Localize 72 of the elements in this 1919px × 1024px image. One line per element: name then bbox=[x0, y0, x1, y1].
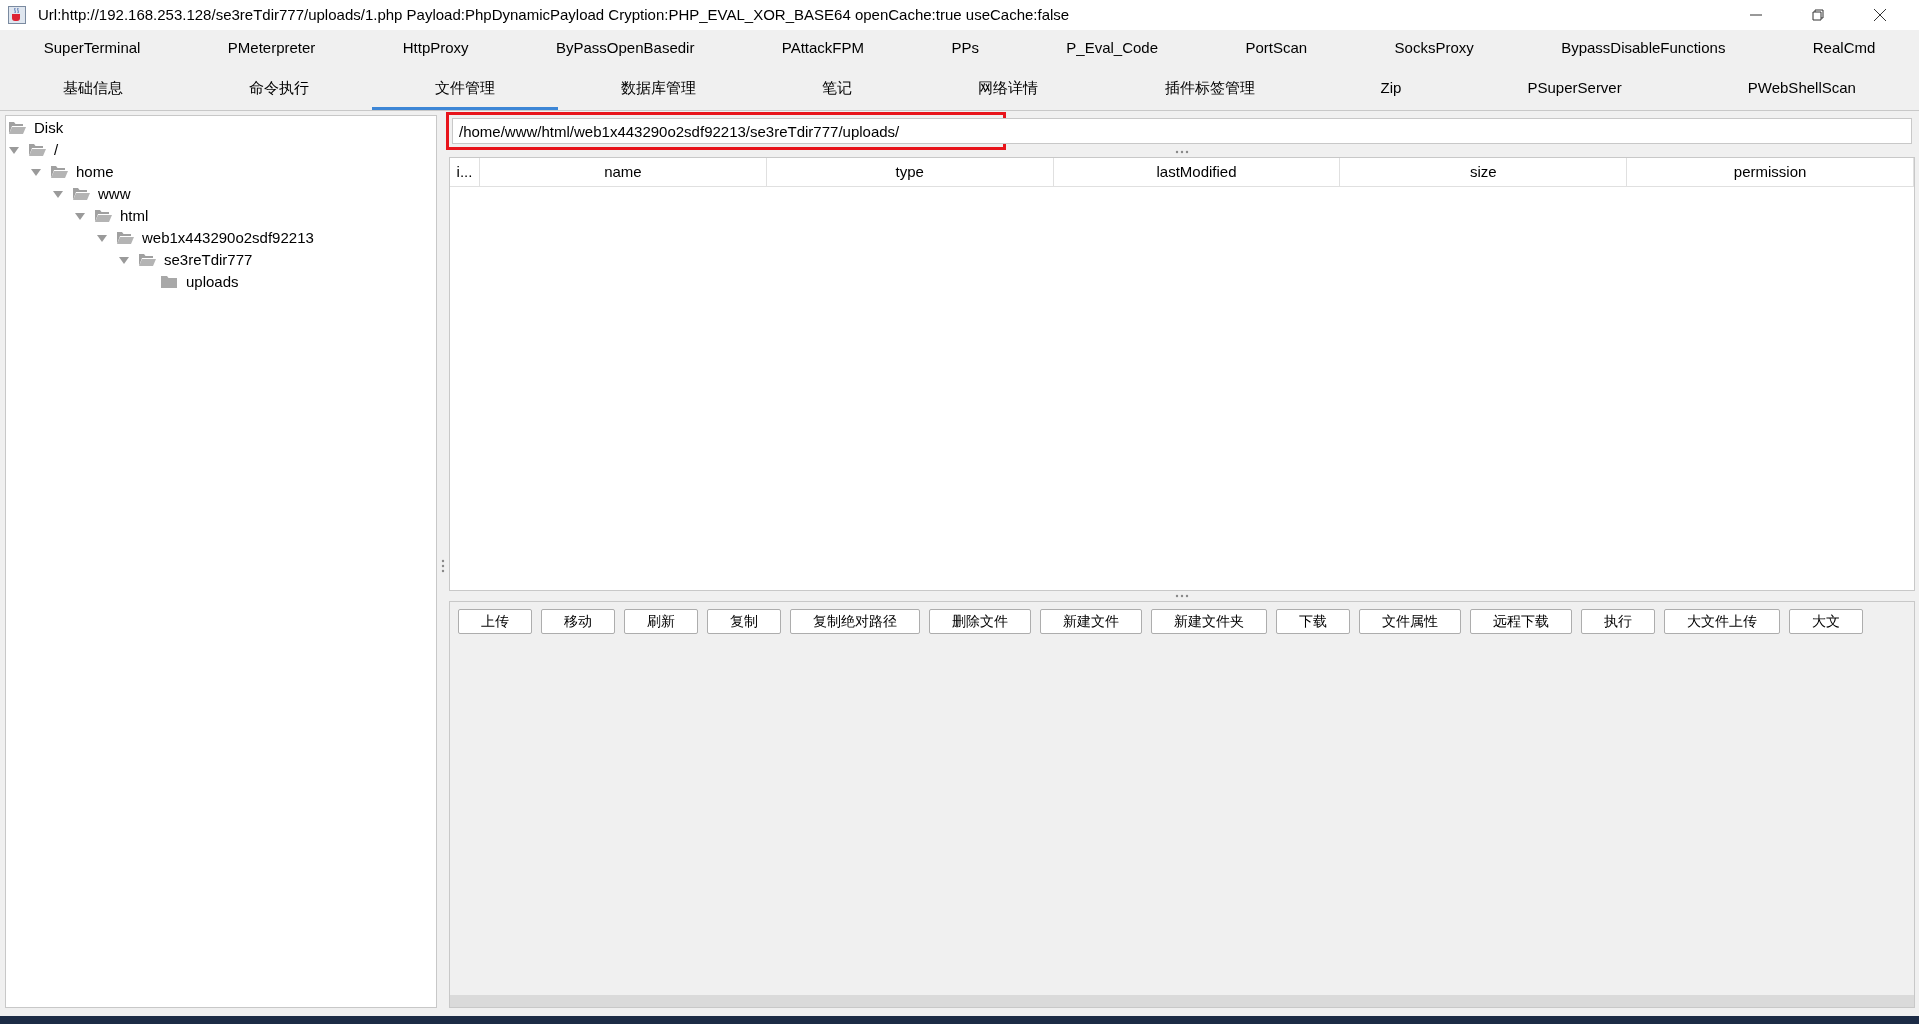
action-button[interactable]: 大文 bbox=[1789, 609, 1863, 634]
window-title: Url:http://192.168.253.128/se3reTdir777/uploads/1.php Payload:PhpDynamicPayload Cryption:PHP_EVAL_XOR_BASE64 openCache:true useCache:false bbox=[38, 4, 1070, 25]
tab[interactable]: Zip bbox=[1317, 70, 1465, 110]
splitter-grip-icon[interactable] bbox=[1174, 594, 1190, 598]
folder-icon bbox=[160, 275, 178, 289]
open-folder-icon bbox=[50, 165, 68, 179]
splitter-grip-icon[interactable] bbox=[1174, 150, 1190, 154]
horizontal-scrollbar[interactable] bbox=[450, 995, 1914, 1007]
tab[interactable]: 命令执行 bbox=[186, 70, 373, 110]
tab[interactable]: 网络详情 bbox=[915, 70, 1102, 110]
tree-item[interactable]: uploads bbox=[186, 270, 239, 294]
open-folder-icon bbox=[116, 231, 134, 245]
action-button[interactable]: 上传 bbox=[458, 609, 532, 634]
action-button[interactable]: 刷新 bbox=[624, 609, 698, 634]
coffee-cup-icon bbox=[8, 6, 26, 24]
tree-item[interactable]: Disk bbox=[34, 116, 64, 140]
tab[interactable]: PSuperServer bbox=[1464, 70, 1685, 110]
tab[interactable]: 插件标签管理 bbox=[1101, 70, 1318, 110]
column-header[interactable]: permission bbox=[1627, 158, 1914, 186]
tab[interactable]: ByPassOpenBasedir bbox=[512, 30, 739, 70]
column-header[interactable]: lastModified bbox=[1053, 158, 1341, 186]
tab[interactable]: HttpProxy bbox=[359, 30, 513, 70]
tab[interactable]: PAttackFPM bbox=[738, 30, 908, 70]
action-button[interactable]: 大文件上传 bbox=[1664, 609, 1780, 634]
tab[interactable]: 笔记 bbox=[759, 70, 916, 110]
tab[interactable]: 文件管理 bbox=[372, 70, 559, 110]
tree-item[interactable]: home bbox=[76, 160, 114, 184]
action-button[interactable]: 复制绝对路径 bbox=[790, 609, 920, 634]
splitter-grip-icon[interactable] bbox=[441, 558, 445, 573]
action-button[interactable]: 删除文件 bbox=[929, 609, 1031, 634]
tab[interactable]: 数据库管理 bbox=[558, 70, 760, 110]
tree-item[interactable]: se3reTdir777 bbox=[164, 248, 253, 272]
open-folder-icon bbox=[94, 209, 112, 223]
expanded-arrow-icon[interactable] bbox=[74, 210, 86, 222]
action-button[interactable]: 执行 bbox=[1581, 609, 1655, 634]
action-button[interactable]: 复制 bbox=[707, 609, 781, 634]
column-header[interactable]: name bbox=[480, 158, 767, 186]
expanded-arrow-icon[interactable] bbox=[52, 188, 64, 200]
close-icon[interactable] bbox=[1873, 8, 1887, 22]
action-button[interactable]: 新建文件 bbox=[1040, 609, 1142, 634]
tab[interactable]: SuperTerminal bbox=[0, 30, 185, 70]
open-folder-icon bbox=[138, 253, 156, 267]
column-header[interactable]: i... bbox=[450, 158, 480, 186]
tree-item[interactable]: / bbox=[54, 138, 59, 162]
action-button[interactable]: 远程下载 bbox=[1470, 609, 1572, 634]
tree-item[interactable]: web1x443290o2sdf92213 bbox=[142, 226, 314, 250]
action-button[interactable]: 下载 bbox=[1276, 609, 1350, 634]
path-field[interactable]: /home/www/html/web1x443290o2sdf92213/se3reTdir777/uploads/ bbox=[452, 118, 1912, 144]
tree-item[interactable]: www bbox=[98, 182, 131, 206]
tab[interactable]: PMeterpreter bbox=[184, 30, 360, 70]
open-folder-icon bbox=[72, 187, 90, 201]
action-button[interactable]: 文件属性 bbox=[1359, 609, 1461, 634]
tab[interactable]: PWebShellScan bbox=[1684, 70, 1919, 110]
action-button[interactable]: 移动 bbox=[541, 609, 615, 634]
open-folder-icon bbox=[8, 121, 26, 135]
open-folder-icon bbox=[28, 143, 46, 157]
expanded-arrow-icon[interactable] bbox=[96, 232, 108, 244]
expanded-arrow-icon[interactable] bbox=[118, 254, 130, 266]
tab[interactable]: PPs bbox=[907, 30, 1023, 70]
tree-item[interactable]: html bbox=[120, 204, 149, 228]
expanded-arrow-icon[interactable] bbox=[8, 144, 20, 156]
restore-icon[interactable] bbox=[1811, 8, 1825, 22]
column-header[interactable]: size bbox=[1340, 158, 1628, 186]
tab[interactable]: P_Eval_Code bbox=[1022, 30, 1202, 70]
action-button[interactable]: 新建文件夹 bbox=[1151, 609, 1267, 634]
expanded-arrow-icon[interactable] bbox=[30, 166, 42, 178]
tab[interactable]: 基础信息 bbox=[0, 70, 187, 110]
tab[interactable]: PortScan bbox=[1201, 30, 1351, 70]
tab[interactable]: SocksProxy bbox=[1350, 30, 1518, 70]
tab[interactable]: BypassDisableFunctions bbox=[1517, 30, 1770, 70]
column-header[interactable]: type bbox=[766, 158, 1054, 186]
tab[interactable]: RealCmd bbox=[1769, 30, 1919, 70]
